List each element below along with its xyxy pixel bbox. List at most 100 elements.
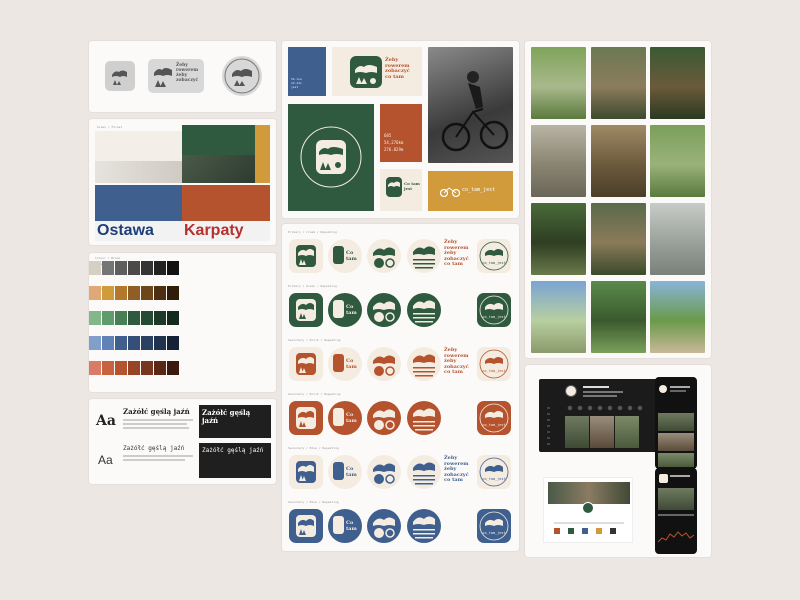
mustard-handle-block: co_tam_jest (428, 171, 513, 211)
type-specimen-mono: Zażółć gęślą jaźń (123, 445, 197, 478)
logo-variant-mark-icon (289, 347, 323, 381)
svg-text:tam: tam (346, 472, 358, 478)
elevation-chart-icon (658, 531, 694, 543)
logo-variant-mark-icon (289, 401, 323, 435)
palette-swatch (141, 261, 153, 275)
logo-variant-circle-icon (367, 293, 401, 327)
logo-variant-text-icon: Co tam (328, 509, 362, 543)
mustard-block (255, 125, 270, 183)
palette-swatch (141, 311, 153, 325)
sign-text-ostawa: Ostawa (97, 222, 154, 239)
logo-variant-stack-icon (407, 239, 441, 273)
type-sample-serif: Aa (96, 413, 116, 429)
logo-variant-mark-icon (289, 509, 323, 543)
palette-swatch (167, 336, 179, 350)
logo-mark-text-grey: Żeby rowerem żeby zobaczyć (148, 59, 204, 93)
logo-row-caption: Primary / Cream / Repeating (288, 230, 337, 234)
trail-photo (591, 125, 646, 197)
cream-block (95, 131, 182, 161)
logo-variant-badge-icon: co_tam_jest (477, 509, 511, 543)
palette-swatch (167, 261, 179, 275)
trail-photo (591, 203, 646, 275)
palette-swatch (102, 336, 114, 350)
svg-text:tam: tam (346, 418, 358, 424)
svg-text:co_tam_jest: co_tam_jest (482, 531, 505, 535)
palette-swatch (115, 286, 127, 300)
logo-variant-badge-icon: co_tam_jest (477, 401, 511, 435)
cyclist-photo (428, 47, 513, 163)
svg-text:co_tam_jest: co_tam_jest (482, 477, 505, 481)
palette-swatch (128, 261, 140, 275)
palette-swatch (115, 361, 127, 375)
profile-avatar (565, 385, 577, 397)
logo-badge-grey (222, 56, 262, 96)
trail-photo (650, 203, 705, 275)
logo-mark-grey (105, 61, 135, 91)
green-badge-block (288, 104, 374, 211)
logo-variant-stack-icon (407, 293, 441, 327)
palette-swatch (167, 286, 179, 300)
mobile-profile-dark (655, 377, 697, 469)
photo-grid-card (525, 41, 711, 358)
cyclist-icon (441, 71, 509, 152)
type-sample-mono: Aa (98, 453, 113, 467)
logo-variant-circle-icon (367, 347, 401, 381)
mountain-cloud-icon (109, 65, 131, 87)
logo-variant-mark-icon (289, 455, 323, 489)
mobile-activity-dark (655, 468, 697, 554)
type-specimen-mono-dark: Zażółć gęślą jaźń (199, 443, 271, 478)
bicycle-icon (440, 187, 460, 197)
story-highlights (565, 405, 645, 411)
palette-caption: Colour / Brand (95, 256, 121, 260)
logo-variant-text-icon: Co tam (328, 455, 362, 489)
logo-tagline: Żeby rowerem żeby zobaczyć (176, 63, 199, 83)
palette-swatch (89, 261, 101, 275)
rust-sign-block: Karpaty (182, 185, 270, 241)
logo-row-tagline: Żeby rowerem żeby zobaczyć co tam (444, 455, 469, 483)
logo-variant-stack-icon (407, 455, 441, 489)
svg-text:tam: tam (346, 310, 358, 316)
stat-rides: 685 (384, 133, 392, 138)
trail-photo (650, 125, 705, 197)
palette-swatch (128, 286, 140, 300)
logo-variant-stack-icon (407, 347, 441, 381)
logo-row-caption: Secondary / Blue / Repeating (288, 446, 339, 450)
logo-variant-stack-icon (407, 509, 441, 543)
logo-grid-card: Primary / Cream / Repeating Co tam Żeby r… (282, 224, 519, 551)
palette-card: Colour / Brand Cream Neutral Green Blue … (89, 253, 276, 392)
type-specimen-serif-dark: Zażółć gęślą jaźń (199, 405, 271, 438)
palette-swatch (167, 311, 179, 325)
logo-mark-icon (350, 56, 382, 88)
logo-variant-mark-icon (289, 239, 323, 273)
desktop-profile-dark (539, 379, 666, 452)
palette-swatch (141, 361, 153, 375)
svg-text:tam: tam (346, 364, 358, 370)
circular-badge-icon (300, 126, 362, 188)
palette-swatch (102, 261, 114, 275)
trail-photo (591, 281, 646, 353)
trail-photo (531, 281, 586, 353)
handle-text: co_tam_jest (462, 187, 496, 193)
typography-card: Aa Zażółć gęślą jaźń Zażółć gęślą jaźń A… (89, 399, 276, 484)
logo-variant-text-icon: Co tam (328, 239, 362, 273)
forest-photo-block (182, 155, 255, 183)
mountain-cloud-icon (154, 68, 172, 87)
palette-swatch (102, 361, 114, 375)
palette-swatch (115, 261, 127, 275)
palette-swatch (89, 336, 101, 350)
palette-swatch (154, 286, 166, 300)
palette-swatch (141, 336, 153, 350)
palette-swatch (154, 261, 166, 275)
desktop-profile-light (543, 477, 633, 543)
palette-swatch (102, 286, 114, 300)
svg-text:co_tam_jest: co_tam_jest (482, 315, 505, 319)
logo-row-caption: Secondary / Brick / Repeating (288, 392, 341, 396)
palette-swatch (141, 286, 153, 300)
palette-swatch (89, 311, 101, 325)
logo-row-tagline: Żeby rowerem żeby zobaczyć co tam (444, 347, 469, 375)
palette-swatch (128, 311, 140, 325)
logo-variant-circle-icon (367, 239, 401, 273)
trail-photo (591, 47, 646, 119)
svg-text:co_tam_jest: co_tam_jest (482, 423, 505, 427)
logo-variant-mark-icon (289, 293, 323, 327)
